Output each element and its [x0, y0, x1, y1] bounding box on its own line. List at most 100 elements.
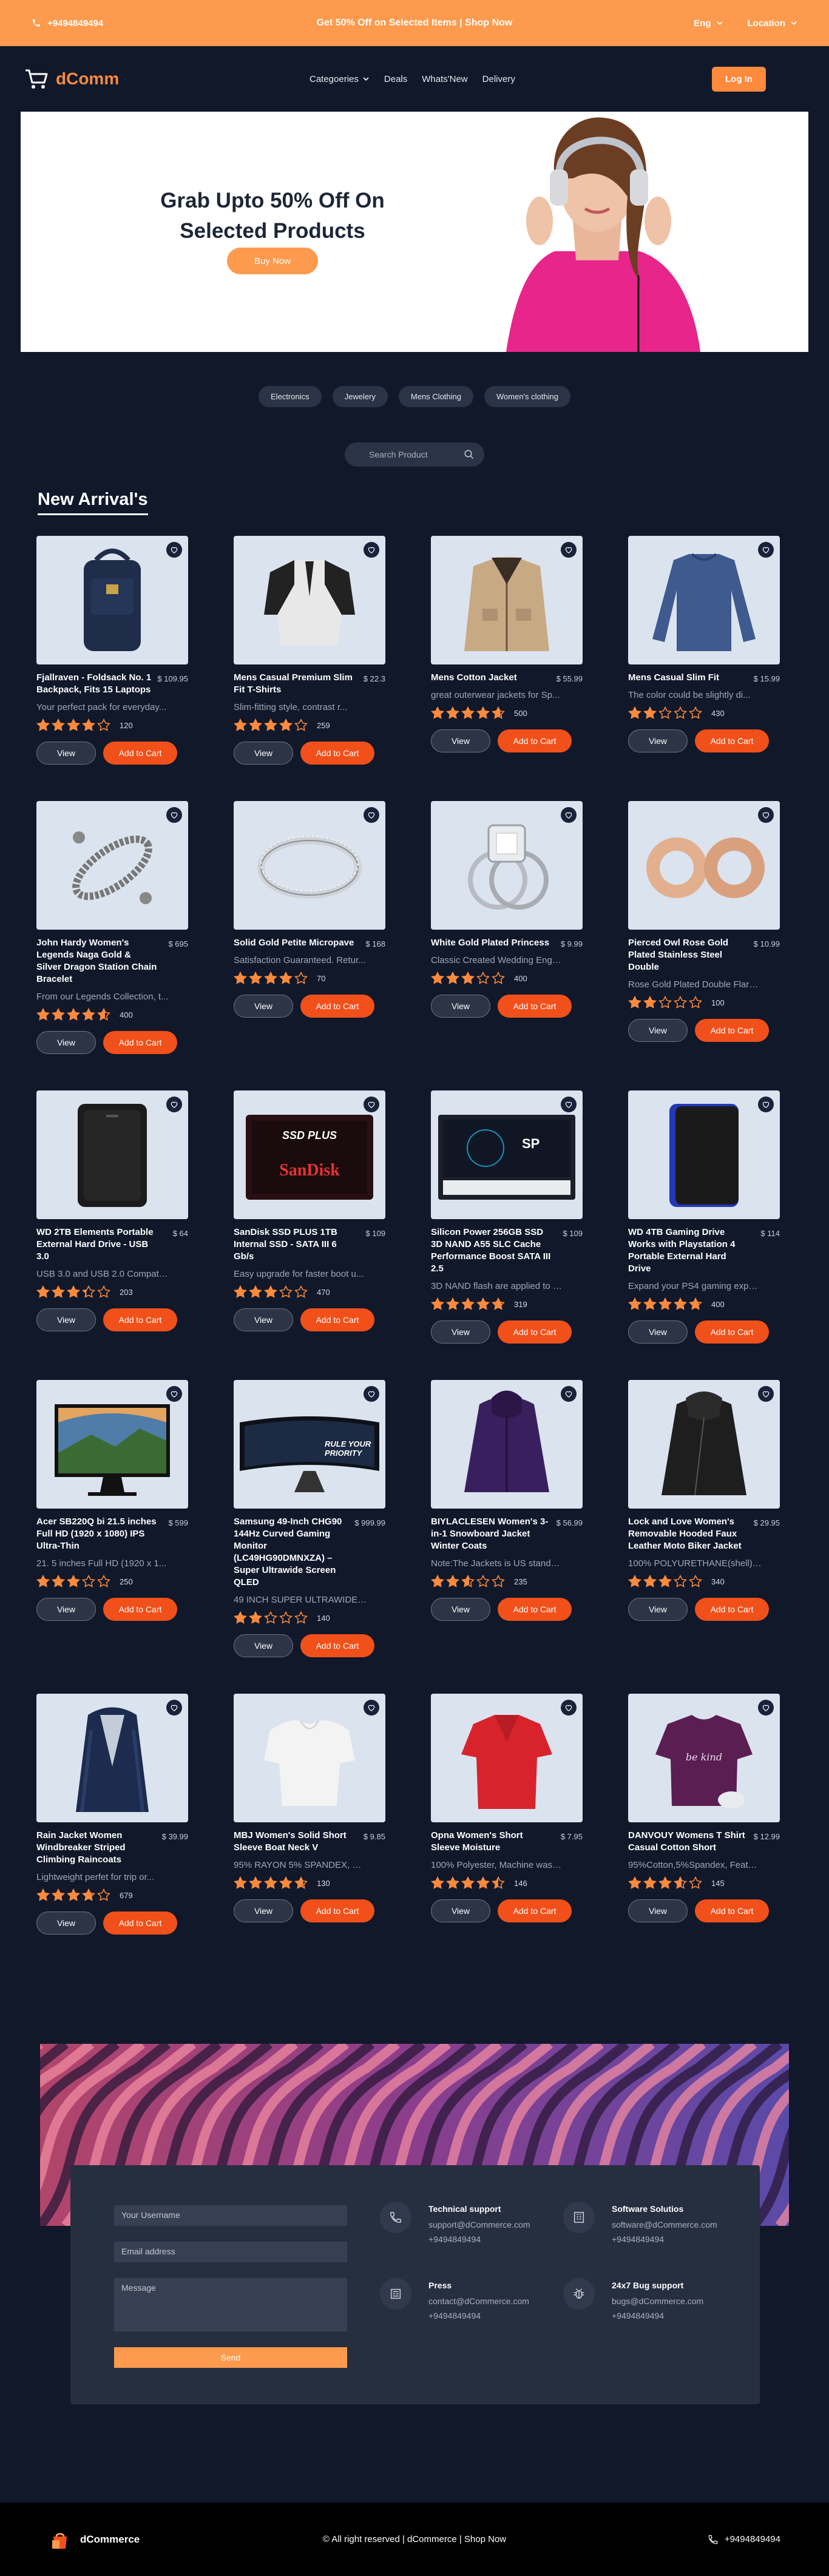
wishlist-heart-icon[interactable]	[166, 1386, 182, 1402]
wishlist-heart-icon[interactable]	[561, 1700, 577, 1716]
product-name[interactable]: Rain Jacket Women Windbreaker Striped Cl…	[36, 1830, 158, 1866]
wishlist-heart-icon[interactable]	[758, 1097, 774, 1112]
contact-block-email[interactable]: contact@dCommerce.com	[428, 2296, 529, 2306]
add-to-cart-button[interactable]: Add to Cart	[103, 1912, 177, 1935]
nav-link-categories[interactable]: Categoeries	[310, 74, 370, 84]
wishlist-heart-icon[interactable]	[364, 1700, 379, 1716]
category-chip-electronics[interactable]: Electronics	[259, 386, 322, 407]
product-name[interactable]: SanDisk SSD PLUS 1TB Internal SSD - SATA…	[234, 1226, 355, 1263]
view-button[interactable]: View	[431, 1598, 490, 1621]
product-card[interactable]: be kind DANVOUY Womens T Shirt Casual Cot…	[628, 1694, 780, 1935]
wishlist-heart-icon[interactable]	[364, 542, 379, 558]
product-name[interactable]: Lock and Love Women's Removable Hooded F…	[628, 1516, 749, 1552]
add-to-cart-button[interactable]: Add to Cart	[300, 995, 374, 1018]
product-image[interactable]: SSD PLUS SanDisk	[234, 1090, 385, 1219]
product-image[interactable]	[234, 536, 385, 664]
add-to-cart-button[interactable]: Add to Cart	[498, 995, 572, 1018]
product-image[interactable]	[628, 1380, 780, 1509]
product-image[interactable]	[234, 1694, 385, 1822]
send-button[interactable]: Send	[114, 2347, 347, 2368]
contact-block-phone[interactable]: +9494849494	[428, 2311, 529, 2321]
product-card[interactable]: John Hardy Women's Legends Naga Gold & S…	[36, 801, 188, 1054]
wishlist-heart-icon[interactable]	[758, 1700, 774, 1716]
topbar-phone[interactable]: +9494849494	[32, 18, 103, 29]
product-name[interactable]: BIYLACLESEN Women's 3-in-1 Snowboard Jac…	[431, 1516, 552, 1552]
product-image[interactable]	[36, 1694, 188, 1822]
product-name[interactable]: Acer SB220Q bi 21.5 inches Full HD (1920…	[36, 1516, 158, 1552]
login-button[interactable]: Log In	[712, 66, 766, 92]
wishlist-heart-icon[interactable]	[758, 542, 774, 558]
view-button[interactable]: View	[628, 1019, 688, 1042]
product-card[interactable]: Rain Jacket Women Windbreaker Striped Cl…	[36, 1694, 188, 1935]
add-to-cart-button[interactable]: Add to Cart	[103, 742, 177, 765]
add-to-cart-button[interactable]: Add to Cart	[300, 1634, 374, 1657]
view-button[interactable]: View	[431, 995, 490, 1018]
brand-logo[interactable]: dComm	[24, 68, 119, 90]
add-to-cart-button[interactable]: Add to Cart	[300, 1899, 374, 1922]
product-image[interactable]	[628, 1090, 780, 1219]
email-field[interactable]: Email address	[114, 2242, 347, 2262]
product-card[interactable]: RULE YOUR PRIORITY Samsung 49-Inch CHG90 1…	[234, 1380, 385, 1657]
add-to-cart-button[interactable]: Add to Cart	[498, 1598, 572, 1621]
view-button[interactable]: View	[628, 1598, 688, 1621]
contact-block-phone[interactable]: +9494849494	[612, 2234, 717, 2244]
wishlist-heart-icon[interactable]	[758, 807, 774, 823]
product-name[interactable]: WD 2TB Elements Portable External Hard D…	[36, 1226, 158, 1263]
product-name[interactable]: MBJ Women's Solid Short Sleeve Boat Neck…	[234, 1830, 355, 1854]
category-chip-mens-clothing[interactable]: Mens Clothing	[398, 386, 473, 407]
wishlist-heart-icon[interactable]	[561, 807, 577, 823]
view-button[interactable]: View	[234, 1634, 293, 1657]
view-button[interactable]: View	[431, 1899, 490, 1922]
search-input[interactable]: Search Product	[369, 450, 464, 459]
product-name[interactable]: WD 4TB Gaming Drive Works with Playstati…	[628, 1226, 749, 1275]
view-button[interactable]: View	[36, 1598, 96, 1621]
wishlist-heart-icon[interactable]	[166, 1097, 182, 1112]
category-chip-womens-clothing[interactable]: Women's clothing	[484, 386, 570, 407]
view-button[interactable]: View	[234, 1899, 293, 1922]
add-to-cart-button[interactable]: Add to Cart	[103, 1031, 177, 1054]
view-button[interactable]: View	[36, 1912, 96, 1935]
product-name[interactable]: Pierced Owl Rose Gold Plated Stainless S…	[628, 937, 749, 973]
add-to-cart-button[interactable]: Add to Cart	[498, 729, 572, 752]
product-name[interactable]: Silicon Power 256GB SSD 3D NAND A55 SLC …	[431, 1226, 552, 1275]
nav-link-whats-new[interactable]: Whats'New	[422, 74, 467, 84]
product-name[interactable]: Samsung 49-Inch CHG90 144Hz Curved Gamin…	[234, 1516, 354, 1589]
product-name[interactable]: Mens Casual Slim Fit	[628, 672, 749, 684]
product-card[interactable]: Mens Cotton Jacket $ 55.99 great outerwear…	[431, 536, 583, 765]
add-to-cart-button[interactable]: Add to Cart	[103, 1308, 177, 1331]
product-card[interactable]: SP Silicon Power 256GB SSD 3D NAND A55 SL…	[431, 1090, 583, 1344]
view-button[interactable]: View	[431, 1320, 490, 1344]
product-card[interactable]: Pierced Owl Rose Gold Plated Stainless S…	[628, 801, 780, 1054]
product-card[interactable]: Fjallraven - Foldsack No. 1 Backpack, Fi…	[36, 536, 188, 765]
product-image[interactable]	[36, 1380, 188, 1509]
product-card[interactable]: Mens Casual Premium Slim Fit T-Shirts $ 2…	[234, 536, 385, 765]
location-dropdown[interactable]: Location	[748, 18, 798, 29]
view-button[interactable]: View	[628, 1899, 688, 1922]
search-bar[interactable]: Search Product	[345, 442, 484, 467]
product-name[interactable]: Opna Women's Short Sleeve Moisture	[431, 1830, 552, 1854]
product-card[interactable]: WD 2TB Elements Portable External Hard D…	[36, 1090, 188, 1344]
contact-block-email[interactable]: support@dCommerce.com	[428, 2220, 530, 2229]
add-to-cart-button[interactable]: Add to Cart	[695, 1598, 769, 1621]
product-image[interactable]	[36, 1090, 188, 1219]
wishlist-heart-icon[interactable]	[758, 1386, 774, 1402]
wishlist-heart-icon[interactable]	[166, 542, 182, 558]
product-card[interactable]: WD 4TB Gaming Drive Works with Playstati…	[628, 1090, 780, 1344]
language-dropdown[interactable]: Eng	[694, 18, 723, 29]
add-to-cart-button[interactable]: Add to Cart	[498, 1320, 572, 1344]
product-name[interactable]: White Gold Plated Princess	[431, 937, 552, 949]
footer-phone[interactable]: +9494849494	[708, 2534, 780, 2545]
view-button[interactable]: View	[628, 1320, 688, 1344]
wishlist-heart-icon[interactable]	[364, 807, 379, 823]
username-field[interactable]: Your Username	[114, 2205, 347, 2226]
wishlist-heart-icon[interactable]	[364, 1386, 379, 1402]
product-name[interactable]: DANVOUY Womens T Shirt Casual Cotton Sho…	[628, 1830, 749, 1854]
footer-brand[interactable]: dCommerce	[49, 2528, 140, 2551]
add-to-cart-button[interactable]: Add to Cart	[695, 1320, 769, 1344]
view-button[interactable]: View	[234, 742, 293, 765]
buy-now-button[interactable]: Buy Now	[227, 248, 318, 274]
product-name[interactable]: Solid Gold Petite Micropave	[234, 937, 355, 949]
product-image[interactable]: RULE YOUR PRIORITY	[234, 1380, 385, 1509]
wishlist-heart-icon[interactable]	[561, 1097, 577, 1112]
product-card[interactable]: White Gold Plated Princess $ 9.99 Classic …	[431, 801, 583, 1054]
